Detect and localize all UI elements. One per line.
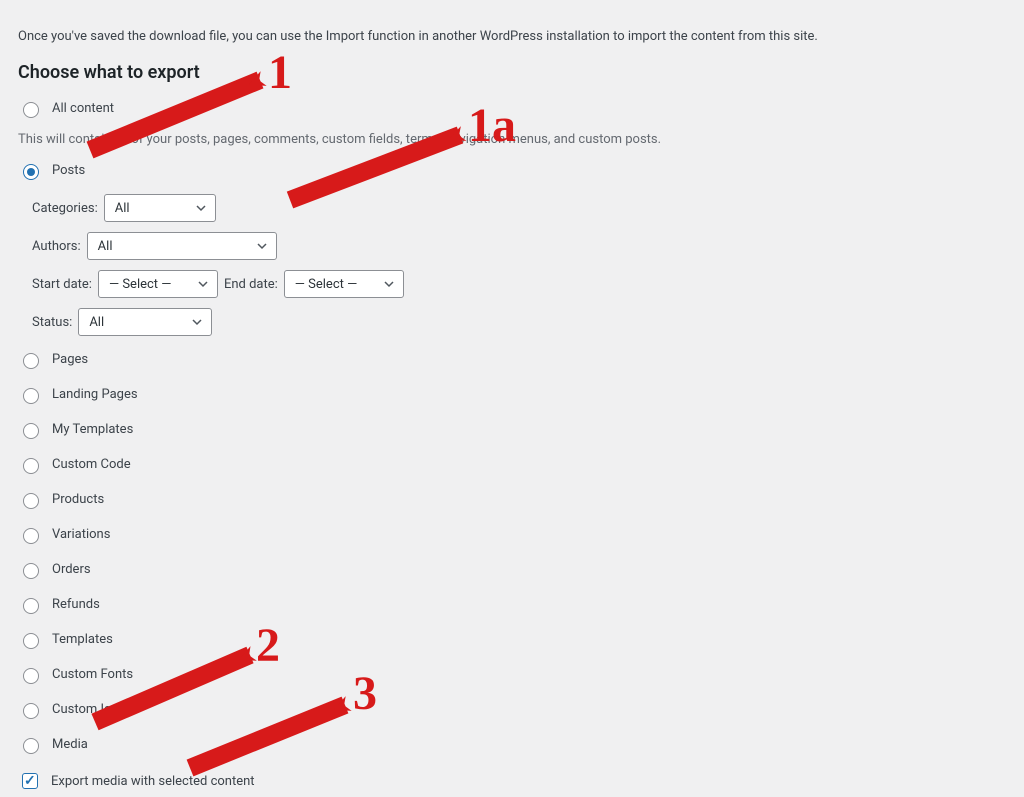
annotation-overlay xyxy=(0,0,1024,797)
